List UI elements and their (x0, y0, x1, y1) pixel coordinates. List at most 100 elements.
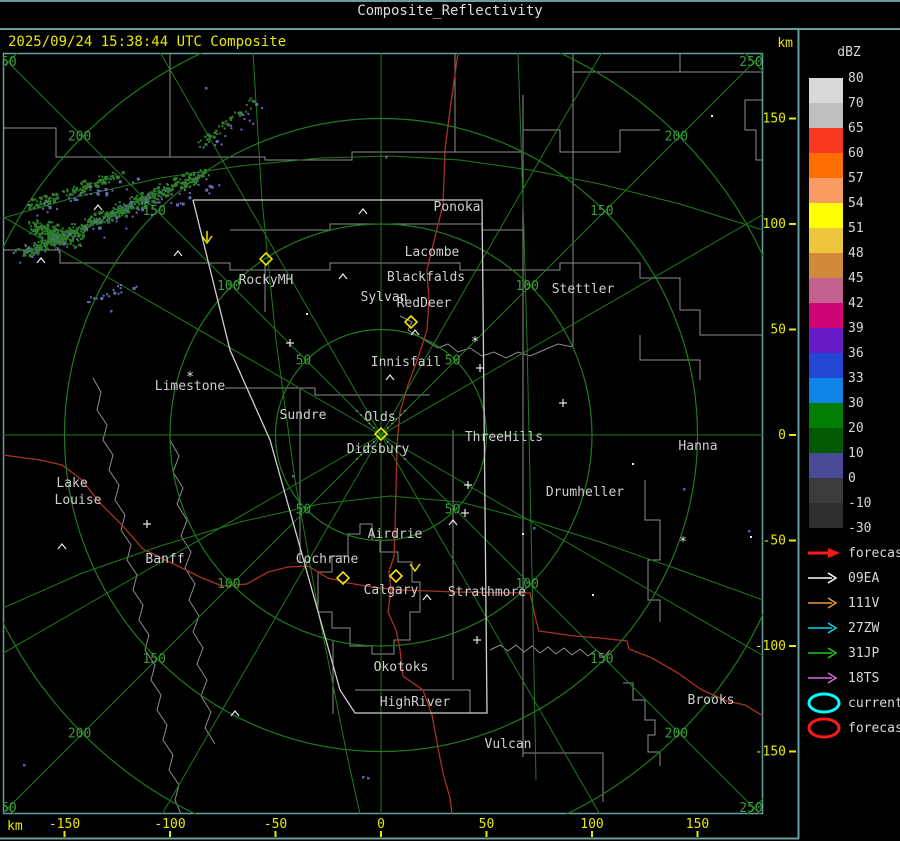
city-label: Ponoka (434, 200, 481, 215)
caret-symbol (37, 258, 45, 263)
graticule-line (518, 53, 536, 780)
county-boundary (230, 224, 523, 230)
colorbar-swatch (809, 378, 843, 403)
axis-label: -100 (755, 639, 786, 654)
ring-distance-label: 250 (739, 55, 762, 70)
ring-distance-label: 50 (445, 353, 461, 368)
city-label: Louise (55, 493, 102, 508)
legend-label: forecast (848, 721, 900, 736)
colorbar-swatch (809, 203, 843, 228)
colorbar-title: dBZ (837, 45, 861, 60)
colorbar-label: 51 (848, 221, 864, 236)
city-label: Hanna (678, 439, 717, 454)
ring-distance-label: 250 (0, 801, 17, 816)
dot-symbol (385, 156, 388, 159)
city-label: Didsbury (347, 442, 410, 457)
waypoint-diamond (390, 570, 402, 582)
legend-ellipse (809, 694, 839, 712)
colorbar-label: 36 (848, 346, 864, 361)
city-label: Okotoks (374, 660, 429, 675)
colorbar-label: 30 (848, 396, 864, 411)
dot-symbol (632, 463, 634, 465)
colorbar-swatch (809, 78, 843, 103)
colorbar-swatch (809, 428, 843, 453)
ring-distance-label: 150 (590, 204, 613, 219)
ring-distance-label: 250 (739, 801, 762, 816)
city-label: Lacombe (405, 245, 460, 260)
dot-symbol (683, 488, 686, 491)
colorbar-label: 60 (848, 146, 864, 161)
ring-distance-label: 250 (0, 55, 17, 70)
ring-distance-label: 50 (296, 353, 312, 368)
axis-label: -50 (763, 534, 786, 549)
city-label: Airdrie (368, 527, 423, 542)
axis-label: 50 (770, 323, 786, 338)
county-boundary (645, 480, 660, 622)
city-label: Drumheller (546, 485, 624, 500)
colorbar-swatch (809, 353, 843, 378)
axis-label: -150 (755, 745, 786, 760)
colorbar-swatch (809, 453, 843, 478)
county-boundary (455, 130, 660, 152)
axis-label: 50 (479, 817, 495, 832)
colorbar-label: 20 (848, 421, 864, 436)
ring-distance-label: 150 (142, 652, 165, 667)
city-label: Sundre (280, 408, 327, 423)
asterisk-symbol: * (471, 335, 479, 350)
legend-label: forecast (848, 546, 900, 561)
dot-symbol (522, 533, 524, 535)
caret-symbol (58, 544, 66, 549)
dot-symbol (205, 87, 208, 90)
county-boundary (400, 316, 573, 358)
dot-symbol (711, 115, 713, 117)
city-label: Banff (145, 552, 184, 567)
county-boundary (225, 388, 430, 395)
city-label-layer: PonokaLacombeBlackfaldsSylvanRedDeerStet… (55, 200, 735, 752)
colorbar-label: -10 (848, 496, 871, 511)
caret-symbol (94, 205, 102, 210)
legend-label: 111V (848, 596, 879, 611)
legend-label: 09EA (848, 571, 879, 586)
colorbar-label: 33 (848, 371, 864, 386)
colorbar-swatch (809, 303, 843, 328)
ring-distance-label: 150 (590, 652, 613, 667)
colorbar-swatch (809, 228, 843, 253)
ring-distance-label: 100 (217, 577, 240, 592)
axis-unit-label: km (7, 819, 23, 834)
caret-symbol (423, 595, 431, 600)
ring-distance-label: 100 (217, 279, 240, 294)
city-label: Stettler (552, 282, 615, 297)
ring-distance-label: 50 (445, 503, 461, 518)
colorbar-swatch (809, 128, 843, 153)
legend-label: 31JP (848, 646, 879, 661)
colorbar-label: 10 (848, 446, 864, 461)
axis-unit-label: km (777, 36, 793, 51)
colorbar-label: 42 (848, 296, 864, 311)
caret-symbol (386, 375, 394, 380)
axis-label: 150 (763, 112, 786, 127)
dot-symbol (23, 764, 26, 767)
axis-label: -50 (264, 817, 287, 832)
county-boundary (573, 53, 763, 72)
city-label: RedDeer (397, 296, 452, 311)
legend-label: 27ZW (848, 621, 879, 636)
colorbar-swatch (809, 253, 843, 278)
ring-distance-label: 200 (665, 726, 688, 741)
city-label: Vulcan (485, 737, 532, 752)
city-label: Brooks (688, 693, 735, 708)
colorbar-label: 70 (848, 96, 864, 111)
legend-ellipse (809, 719, 839, 737)
city-label: Blackfalds (387, 270, 465, 285)
colorbar-label: 65 (848, 121, 864, 136)
axis-layer: km-150-100-50050100150km150100500-50-100… (7, 36, 796, 837)
asterisk-symbol: * (679, 535, 687, 550)
colorbar-label: 48 (848, 246, 864, 261)
city-label: Olds (364, 410, 395, 425)
dot-symbol (306, 313, 308, 315)
city-label: Strathmore (448, 585, 526, 600)
colorbar-swatch (809, 478, 843, 503)
colorbar-label: 80 (848, 71, 864, 86)
axis-label: 0 (377, 817, 385, 832)
county-boundary (745, 100, 763, 160)
axis-label: -150 (49, 817, 80, 832)
